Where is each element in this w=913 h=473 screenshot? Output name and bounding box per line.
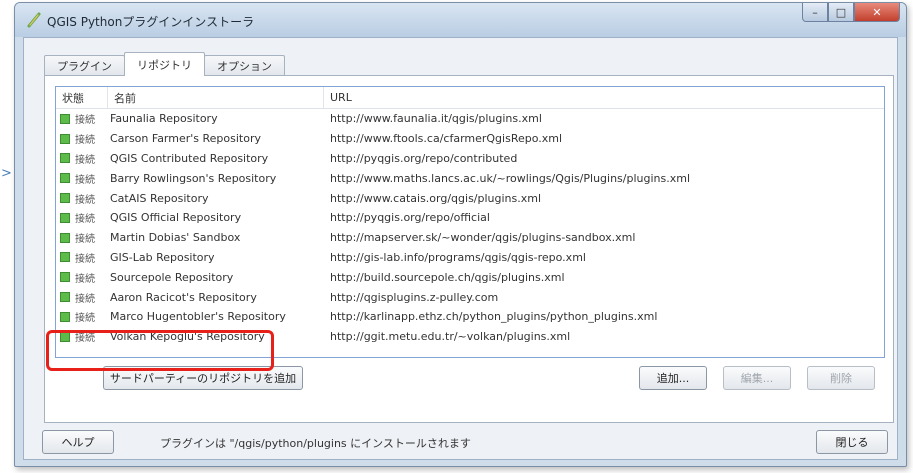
tab-options[interactable]: オプション — [204, 55, 285, 76]
plugin-installer-window: QGIS Pythonプラグインインストーラ – □ ✕ プラグイン リポジトリ… — [14, 2, 907, 467]
tab-plugins[interactable]: プラグイン — [44, 55, 125, 76]
repository-name: QGIS Official Repository — [110, 211, 242, 225]
tab-repositories[interactable]: リポジトリ — [124, 52, 205, 76]
connected-status-icon — [60, 311, 70, 322]
repository-name: Carson Farmer's Repository — [110, 132, 262, 146]
highlight-annotation — [46, 330, 274, 371]
repository-url: http://www.catais.org/qgis/plugins.xml — [330, 191, 542, 205]
table-row[interactable]: 接続 Barry Rowlingson's Repository http://ww… — [56, 168, 884, 188]
status-cell: 接続 — [56, 131, 108, 146]
repository-name: Marco Hugentobler's Repository — [110, 310, 286, 324]
repository-url: http://pyqgis.org/repo/official — [330, 211, 490, 225]
maximize-button[interactable]: □ — [828, 3, 854, 22]
table-row[interactable]: 接続 Carson Farmer's Repository http://www.f… — [56, 129, 884, 149]
status-cell: 接続 — [56, 309, 108, 324]
screenshot-page: > QGIS Pythonプラグインインストーラ – □ ✕ プラグイン リポジ… — [0, 0, 913, 473]
repository-url: http://gis-lab.info/programs/qgis/qgis-r… — [330, 250, 586, 264]
column-header-name[interactable]: 名前 — [108, 87, 324, 108]
tab-bar: プラグイン リポジトリ オプション — [44, 52, 285, 76]
repository-name: Sourcepole Repository — [110, 270, 234, 284]
repository-name: Barry Rowlingson's Repository — [110, 171, 277, 185]
status-cell: 接続 — [56, 210, 108, 225]
status-label: 接続 — [75, 115, 95, 127]
table-row[interactable]: 接続 GIS-Lab Repository http://gis-lab.info/… — [56, 248, 884, 268]
table-row[interactable]: 接続 Martin Dobias' Sandbox http://mapserver… — [56, 228, 884, 248]
add-repository-button[interactable]: 追加... — [639, 366, 707, 390]
minimize-button[interactable]: – — [802, 3, 828, 22]
side-arrow-icon: > — [1, 166, 12, 181]
connected-status-icon — [60, 113, 70, 124]
status-label: 接続 — [75, 293, 95, 305]
repository-list[interactable]: 状態 名前 URL 接続 Faunalia Repository http://ww… — [55, 86, 885, 358]
repository-rows: 接続 Faunalia Repository http://www.faunalia… — [56, 109, 884, 347]
repository-name: CatAIS Repository — [110, 191, 209, 205]
table-row[interactable]: 接続 Marco Hugentobler's Repository http://k… — [56, 307, 884, 327]
close-window-button[interactable]: ✕ — [854, 3, 900, 22]
status-cell: 接続 — [56, 191, 108, 206]
repository-url: http://karlinapp.ethz.ch/python_plugins/… — [330, 310, 658, 324]
repository-name: Faunalia Repository — [110, 112, 218, 126]
status-cell: 接続 — [56, 250, 108, 265]
table-row[interactable]: 接続 Sourcepole Repository http://build.sour… — [56, 267, 884, 287]
table-row[interactable]: 接続 Faunalia Repository http://www.faunalia… — [56, 109, 884, 129]
status-cell: 接続 — [56, 290, 108, 305]
table-row[interactable]: 接続 QGIS Official Repository http://pyqgis.… — [56, 208, 884, 228]
list-header: 状態 名前 URL — [56, 87, 884, 109]
window-title: QGIS Pythonプラグインインストーラ — [47, 15, 255, 29]
status-label: 接続 — [75, 253, 95, 265]
window-controls: – □ ✕ — [802, 3, 900, 23]
status-label: 接続 — [75, 174, 95, 186]
help-button[interactable]: ヘルプ — [42, 430, 114, 454]
repository-url: http://mapserver.sk/~wonder/qgis/plugins… — [330, 231, 636, 245]
qgis-logo-icon — [27, 12, 41, 28]
delete-repository-button[interactable]: 削除 — [807, 366, 875, 390]
connected-status-icon — [60, 133, 70, 144]
install-location-note: プラグインは "/qgis/python/plugins にインストールされます — [160, 437, 471, 450]
dialog-client-area: プラグイン リポジトリ オプション 状態 名前 URL 接続 Faunalia R… — [23, 37, 898, 460]
repository-url: http://ggit.metu.edu.tr/~volkan/plugins.… — [330, 330, 571, 344]
status-label: 接続 — [75, 234, 95, 246]
repository-url: http://www.maths.lancs.ac.uk/~rowlings/Q… — [330, 171, 691, 185]
repository-url: http://www.ftools.ca/cfarmerQgisRepo.xml — [330, 132, 563, 146]
status-cell: 接続 — [56, 230, 108, 245]
status-cell: 接続 — [56, 151, 108, 166]
column-header-url[interactable]: URL — [324, 87, 884, 108]
connected-status-icon — [60, 272, 70, 283]
connected-status-icon — [60, 232, 70, 243]
repository-url: http://pyqgis.org/repo/contributed — [330, 151, 518, 165]
column-header-status[interactable]: 状態 — [56, 87, 108, 108]
table-row[interactable]: 接続 Aaron Racicot's Repository http://qgisp… — [56, 287, 884, 307]
title-bar[interactable]: QGIS Pythonプラグインインストーラ – □ ✕ — [15, 3, 906, 37]
status-label: 接続 — [75, 194, 95, 206]
repository-url: http://build.sourcepole.ch/qgis/plugins.… — [330, 270, 565, 284]
status-label: 接続 — [75, 135, 95, 147]
repository-url: http://qgisplugins.z-pulley.com — [330, 290, 499, 304]
connected-status-icon — [60, 193, 70, 204]
status-cell: 接続 — [56, 111, 108, 126]
close-button[interactable]: 閉じる — [816, 430, 888, 454]
repository-name: QGIS Contributed Repository — [110, 151, 269, 165]
repository-name: Martin Dobias' Sandbox — [110, 231, 241, 245]
status-cell: 接続 — [56, 270, 108, 285]
connected-status-icon — [60, 212, 70, 223]
table-row[interactable]: 接続 CatAIS Repository http://www.catais.org… — [56, 188, 884, 208]
status-cell: 接続 — [56, 171, 108, 186]
connected-status-icon — [60, 153, 70, 164]
connected-status-icon — [60, 173, 70, 184]
status-label: 接続 — [75, 313, 95, 325]
table-row[interactable]: 接続 QGIS Contributed Repository http://pyqg… — [56, 149, 884, 169]
status-label: 接続 — [75, 273, 95, 285]
status-label: 接続 — [75, 154, 95, 166]
repository-name: GIS-Lab Repository — [110, 250, 215, 264]
edit-repository-button[interactable]: 編集... — [723, 366, 791, 390]
repository-url: http://www.faunalia.it/qgis/plugins.xml — [330, 112, 542, 126]
repository-name: Aaron Racicot's Repository — [110, 290, 257, 304]
status-label: 接続 — [75, 214, 95, 226]
connected-status-icon — [60, 292, 70, 303]
connected-status-icon — [60, 252, 70, 263]
